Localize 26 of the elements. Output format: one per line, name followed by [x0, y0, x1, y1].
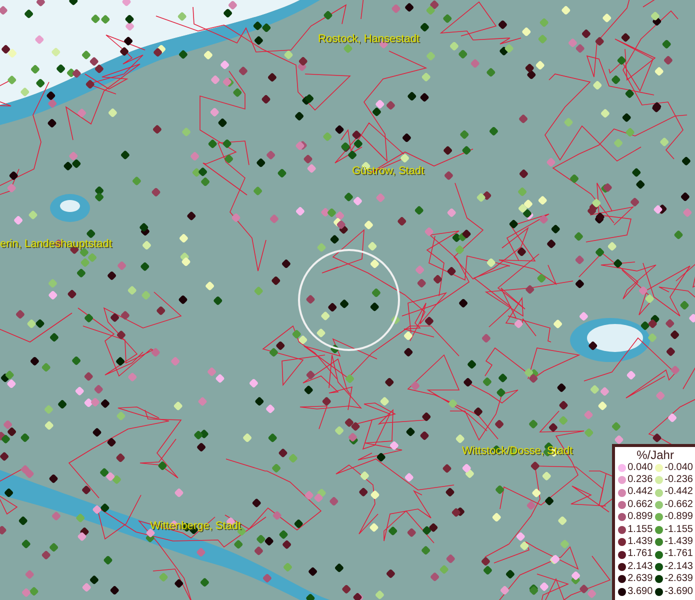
- legend-value: -0.899: [664, 511, 693, 524]
- legend-title: %/Jahr: [636, 448, 675, 462]
- legend-value: -1.761: [664, 548, 693, 561]
- legend-value: -2.143: [664, 560, 693, 574]
- legend-value: 0.040: [628, 462, 653, 474]
- legend-value: -0.040: [664, 462, 693, 474]
- legend-value: 1.155: [628, 524, 653, 536]
- legend-value: -1.439: [664, 536, 693, 548]
- legend-value: 0.442: [628, 486, 653, 499]
- legend-value: 0.899: [628, 511, 653, 524]
- legend-value: 0.662: [628, 498, 653, 512]
- place-label: Güstrow, Stadt: [352, 165, 424, 177]
- legend-value: 1.761: [628, 548, 653, 561]
- legend-value: -0.236: [664, 474, 693, 486]
- legend-value: -0.442: [664, 486, 693, 499]
- legend-value: 2.143: [628, 560, 653, 574]
- legend-value: 0.236: [628, 474, 653, 486]
- legend-value: 3.690: [628, 586, 653, 598]
- place-label: erin, Landeshauptstadt: [0, 238, 112, 250]
- legend-value: 1.439: [628, 536, 653, 548]
- place-label: Rostock, Hansestadt: [318, 33, 420, 45]
- legend-value: 2.639: [628, 573, 653, 586]
- legend-value: -1.155: [664, 524, 693, 536]
- legend-value: -0.662: [664, 498, 693, 512]
- legend-value: -2.639: [664, 573, 693, 586]
- legend-value: -3.690: [664, 586, 693, 598]
